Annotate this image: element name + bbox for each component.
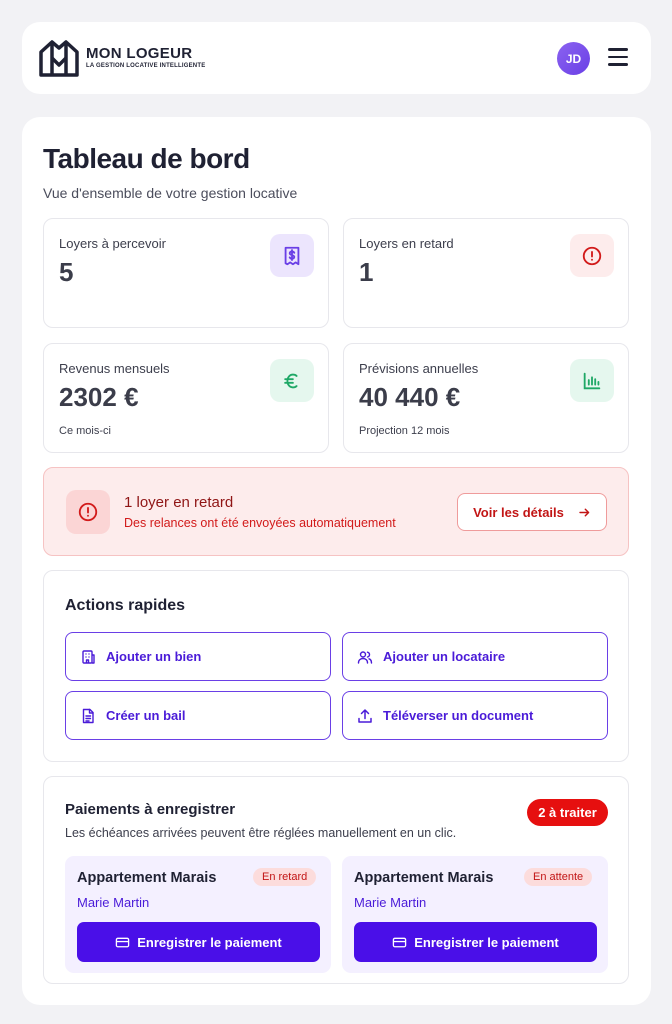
stat-card-monthly-revenue: Revenus mensuels 2302 € Ce mois-ci — [43, 343, 329, 453]
late-rent-alert: 1 loyer en retard Des relances ont été e… — [43, 467, 629, 556]
stat-label: Prévisions annuelles — [359, 361, 479, 376]
top-header: MON LOGEUR LA GESTION LOCATIVE INTELLIGE… — [22, 22, 651, 94]
credit-card-icon — [116, 937, 130, 947]
credit-card-icon — [393, 937, 407, 947]
stat-label: Loyers à percevoir — [59, 236, 166, 251]
payment-tenant[interactable]: Marie Martin — [77, 895, 149, 910]
add-property-button[interactable]: Ajouter un bien — [65, 632, 331, 681]
quick-actions-title: Actions rapides — [65, 597, 186, 614]
brand-tagline: LA GESTION LOCATIVE INTELLIGENTE — [86, 63, 206, 69]
payments-section: Paiements à enregistrer Les échéances ar… — [43, 776, 629, 984]
view-details-label: Voir les détails — [473, 504, 564, 520]
page-subtitle: Vue d'ensemble de votre gestion locative — [43, 185, 298, 201]
add-tenant-button[interactable]: Ajouter un locataire — [342, 632, 608, 681]
alert-circle-icon — [570, 234, 614, 277]
view-details-button[interactable]: Voir les détails — [457, 493, 607, 531]
document-icon — [82, 708, 94, 723]
payment-tenant[interactable]: Marie Martin — [354, 895, 426, 910]
building-icon — [82, 649, 95, 664]
status-badge: En attente — [524, 868, 593, 886]
quick-actions-section: Actions rapides Ajouter un bien Ajouter … — [43, 570, 629, 762]
pending-count-badge: 2 à traiter — [527, 799, 608, 826]
arrow-right-icon — [579, 508, 590, 516]
payment-card: Appartement Marais En retard Marie Marti… — [65, 856, 331, 973]
record-payment-label: Enregistrer le paiement — [137, 934, 282, 950]
alert-title: 1 loyer en retard — [124, 494, 234, 511]
stat-note: Projection 12 mois — [359, 425, 450, 437]
add-property-label: Ajouter un bien — [106, 649, 202, 664]
payments-description: Les échéances arrivées peuvent être régl… — [65, 826, 457, 840]
stat-label: Revenus mensuels — [59, 361, 170, 376]
payment-property: Appartement Marais — [77, 870, 217, 886]
stat-value: 40 440 € — [359, 382, 461, 412]
stat-value: 1 — [359, 257, 374, 287]
upload-icon — [358, 708, 372, 723]
dashboard-panel: Tableau de bord Vue d'ensemble de votre … — [22, 117, 651, 1005]
alert-description: Des relances ont été envoyées automatiqu… — [124, 516, 396, 530]
status-badge: En retard — [253, 868, 317, 886]
payments-title: Paiements à enregistrer — [65, 801, 236, 818]
payment-card: Appartement Marais En attente Marie Mart… — [342, 856, 608, 973]
create-lease-label: Créer un bail — [106, 708, 186, 723]
users-icon — [357, 650, 373, 664]
hamburger-menu-icon[interactable] — [608, 48, 628, 68]
user-avatar[interactable]: JD — [557, 42, 590, 75]
upload-document-label: Téléverser un document — [383, 708, 534, 723]
receipt-dollar-icon — [270, 234, 314, 277]
stat-value: 5 — [59, 257, 74, 287]
upload-document-button[interactable]: Téléverser un document — [342, 691, 608, 740]
record-payment-button[interactable]: Enregistrer le paiement — [77, 922, 320, 962]
alert-circle-icon — [66, 490, 110, 534]
stat-value: 2302 € — [59, 382, 139, 412]
stat-note: Ce mois-ci — [59, 425, 111, 437]
euro-icon — [270, 359, 314, 402]
bar-chart-icon — [570, 359, 614, 402]
record-payment-label: Enregistrer le paiement — [414, 934, 559, 950]
stat-label: Loyers en retard — [359, 236, 454, 251]
payment-property: Appartement Marais — [354, 870, 494, 886]
record-payment-button[interactable]: Enregistrer le paiement — [354, 922, 597, 962]
stat-card-annual-forecast: Prévisions annuelles 40 440 € Projection… — [343, 343, 629, 453]
create-lease-button[interactable]: Créer un bail — [65, 691, 331, 740]
stat-card-late-rents: Loyers en retard 1 — [343, 218, 629, 328]
house-logo-icon — [39, 40, 79, 77]
brand-logo[interactable]: MON LOGEUR LA GESTION LOCATIVE INTELLIGE… — [38, 38, 205, 78]
page-title: Tableau de bord — [43, 143, 250, 174]
brand-name: MON LOGEUR — [86, 45, 193, 62]
add-tenant-label: Ajouter un locataire — [383, 649, 506, 664]
stat-card-rents-due: Loyers à percevoir 5 — [43, 218, 329, 328]
